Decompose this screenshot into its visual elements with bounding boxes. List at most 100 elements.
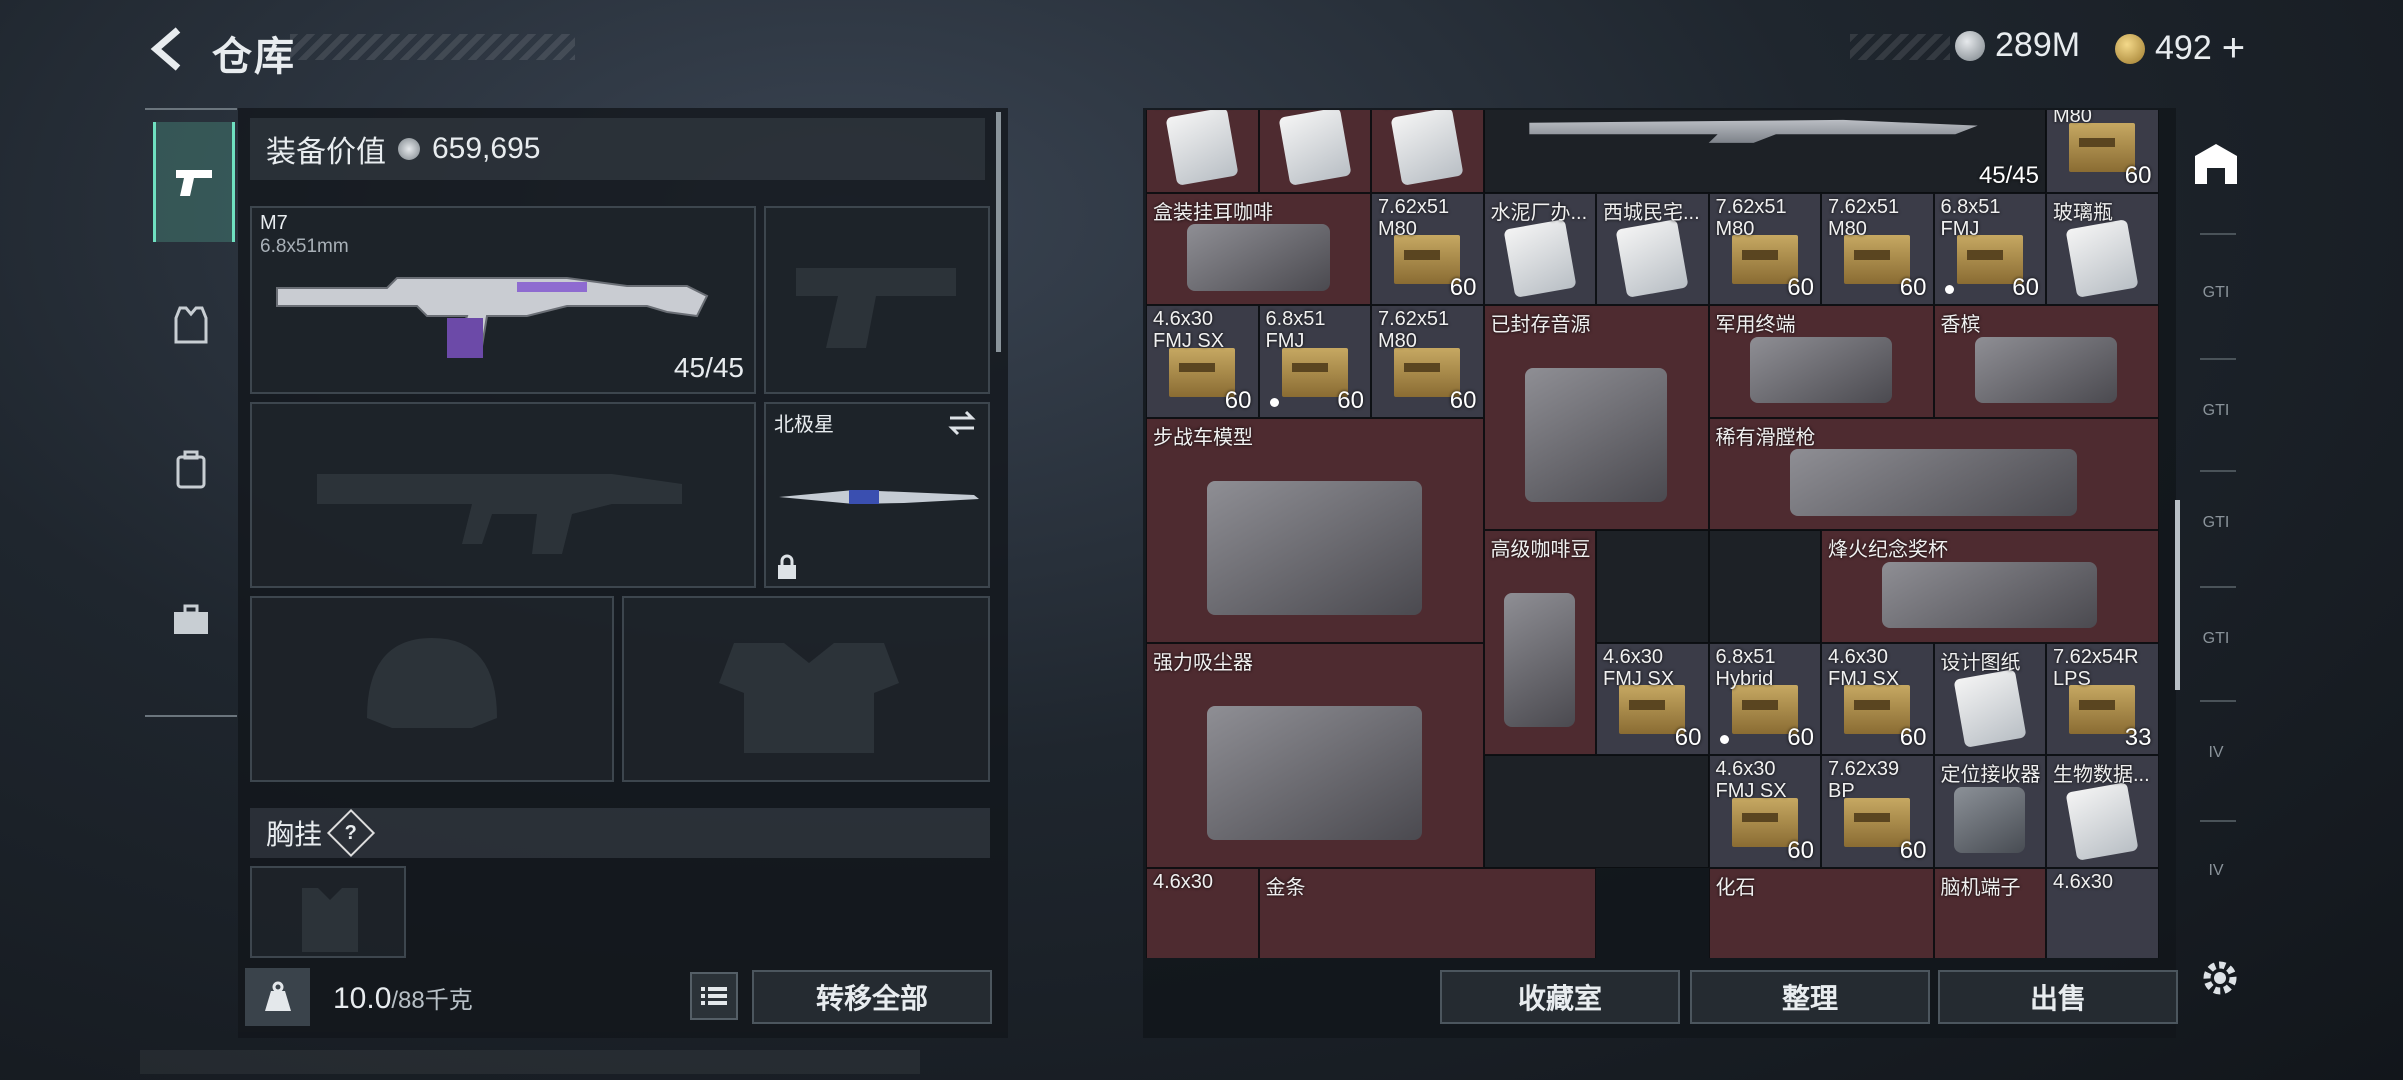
category-gti-3[interactable]: GTI	[2184, 478, 2248, 568]
stash-item[interactable]: 稀有滑膛枪	[1708, 417, 2159, 530]
stash-item[interactable]: 7.62x51M8060	[2046, 110, 2159, 193]
stash-item[interactable]: 设计图纸	[1933, 642, 2046, 755]
stash-item[interactable]: 7.62x54R LPS 33	[2046, 642, 2159, 755]
equipment-scrollbar[interactable]	[996, 112, 1001, 352]
rifle-image	[276, 277, 709, 358]
item-image	[1524, 368, 1668, 503]
transfer-all-button[interactable]: 转移全部	[752, 970, 992, 1024]
item-image	[1187, 224, 1330, 291]
stash-item[interactable]: 6.8x51 FMJ 60	[1933, 192, 2046, 305]
stash-item[interactable]: 7.62x39 BP 60	[1821, 755, 1934, 868]
stash-item[interactable]: 金条	[1258, 867, 1596, 958]
stash-item[interactable]: 45/45	[1483, 110, 2046, 193]
tab-backpack[interactable]	[153, 410, 229, 530]
gear-icon[interactable]	[2197, 955, 2243, 1001]
weapon-name: M7	[260, 212, 288, 234]
empty-stash-cell[interactable]	[1596, 530, 1709, 643]
stash-item[interactable]: 烽火纪念奖杯	[1821, 530, 2159, 643]
empty-stash-cell[interactable]	[1708, 530, 1821, 643]
melee-name: 北极星	[774, 414, 834, 436]
sell-button[interactable]: 出售	[1938, 970, 2178, 1024]
stash-item[interactable]: 高级咖啡豆	[1483, 530, 1596, 755]
stash-item[interactable]: 4.6x30 FMJ SX 60	[1821, 642, 1934, 755]
item-subname: FMJ	[1940, 217, 1980, 240]
backpack-icon	[176, 450, 206, 489]
category-iv-2[interactable]: IV	[2184, 826, 2248, 916]
currency-silver[interactable]: 289M	[1955, 26, 2080, 65]
category-warehouse[interactable]	[2184, 118, 2248, 208]
back-arrow-icon[interactable]	[140, 22, 194, 76]
help-icon[interactable]: ?	[326, 808, 376, 858]
armor-silhouette-icon	[719, 643, 899, 753]
category-gti-1[interactable]: GTI	[2184, 248, 2248, 338]
secondary-weapon-slot[interactable]	[250, 402, 756, 588]
item-name: 军用终端	[1715, 314, 1796, 336]
category-gti-2[interactable]: GTI	[2184, 366, 2248, 456]
stash-item[interactable]: 4.6x30	[1146, 867, 1259, 958]
stash-item[interactable]: 西城民宅...	[1596, 192, 1709, 305]
item-name: 盒装挂耳咖啡	[1153, 201, 1273, 224]
empty-stash-cell[interactable]	[1483, 755, 1709, 868]
item-name: 7.62x54R	[2053, 645, 2139, 668]
stash-item[interactable]: 步战车模型	[1146, 417, 1484, 643]
stash-item[interactable]: 7.62x51M8060	[1371, 192, 1484, 305]
stash-item[interactable]: 盒装挂耳咖啡	[1146, 192, 1371, 305]
chest-rig-slot[interactable]	[250, 866, 406, 958]
tab-case[interactable]	[153, 560, 229, 680]
swap-icon[interactable]	[946, 410, 978, 436]
stash-item[interactable]: 已封存音源	[1483, 305, 1709, 530]
melee-slot[interactable]: 北极星	[764, 402, 990, 588]
stash-item[interactable]: 强力吸尘器	[1146, 642, 1484, 868]
stash-item[interactable]: 4.6x30 FMJ SX 60	[1708, 755, 1821, 868]
item-name: 4.6x30	[2053, 870, 2114, 893]
item-subname: Hybrid	[1715, 667, 1774, 690]
item-name: 香槟	[1940, 314, 1981, 336]
currency-gold[interactable]: 492 +	[2115, 26, 2245, 71]
stash-item[interactable]: 脑机端子	[1933, 867, 2046, 958]
item-count: 60	[1899, 274, 1927, 301]
body-armor-slot[interactable]	[622, 596, 990, 782]
primary-weapon-slot[interactable]: M7 6.8x51mm 45/45	[250, 206, 756, 394]
item-subname: FMJ SX	[1828, 667, 1900, 690]
sort-button[interactable]: 整理	[1690, 970, 1930, 1024]
stash-item[interactable]: 4.6x30	[2046, 867, 2159, 958]
stash-item[interactable]: 6.8x51 FMJ 60	[1258, 305, 1371, 418]
item-count: 60	[1224, 386, 1252, 414]
item-image	[1954, 786, 2026, 854]
category-gti-4[interactable]: GTI	[2184, 594, 2248, 684]
stash-item[interactable]: 博物馆监...	[1258, 110, 1371, 193]
knife-image	[779, 490, 979, 504]
chest-rig-silhouette-icon	[302, 888, 358, 952]
item-name: 6.8x51	[1265, 308, 1326, 330]
sidearm-slot[interactable]	[764, 206, 990, 394]
item-subname: FMJ SX	[1715, 780, 1787, 802]
stash-item[interactable]: 定位接收器	[1933, 755, 2046, 868]
helmet-slot[interactable]	[250, 596, 614, 782]
stash-item[interactable]: 玻璃瓶	[2046, 192, 2159, 305]
item-image	[1749, 336, 1893, 404]
stash-item[interactable]: 4.6x30 FMJ SX 60	[1146, 305, 1259, 418]
stash-item[interactable]: 博物馆监...	[1146, 110, 1259, 193]
tab-weapons[interactable]	[153, 122, 235, 242]
category-iv-1[interactable]: IV	[2184, 708, 2248, 798]
item-subname: M80	[1828, 217, 1867, 240]
stash-item[interactable]: 军用终端	[1708, 305, 1934, 418]
stash-item[interactable]: 生物数据...	[2046, 755, 2159, 868]
collection-room-button[interactable]: 收藏室	[1440, 970, 1680, 1024]
stash-item[interactable]: 4.6x30 FMJ SX 60	[1596, 642, 1709, 755]
stash-item[interactable]: 7.62x51M8060	[1708, 192, 1821, 305]
item-name: 7.62x51	[1715, 195, 1787, 218]
stash-item[interactable]: 香槟	[1933, 305, 2159, 418]
stash-item[interactable]: 7.62x51M8060	[1371, 305, 1484, 418]
item-name: 4.6x30	[1828, 645, 1889, 668]
stash-category-tabs: GTI GTI GTI GTI IV IV	[2180, 108, 2252, 928]
stash-item[interactable]: 6.8x51 Hybrid 60	[1708, 642, 1821, 755]
add-currency-button[interactable]: +	[2222, 26, 2245, 71]
stash-item[interactable]: 7.62x51M8060	[1821, 192, 1934, 305]
stash-item[interactable]: 水泥厂办...	[1483, 192, 1596, 305]
item-image	[1207, 705, 1423, 840]
stash-item[interactable]: 水泥厂办...	[1371, 110, 1484, 193]
stash-item[interactable]: 化石	[1708, 867, 1934, 958]
tab-armor[interactable]	[153, 265, 229, 385]
list-view-button[interactable]	[690, 972, 738, 1020]
